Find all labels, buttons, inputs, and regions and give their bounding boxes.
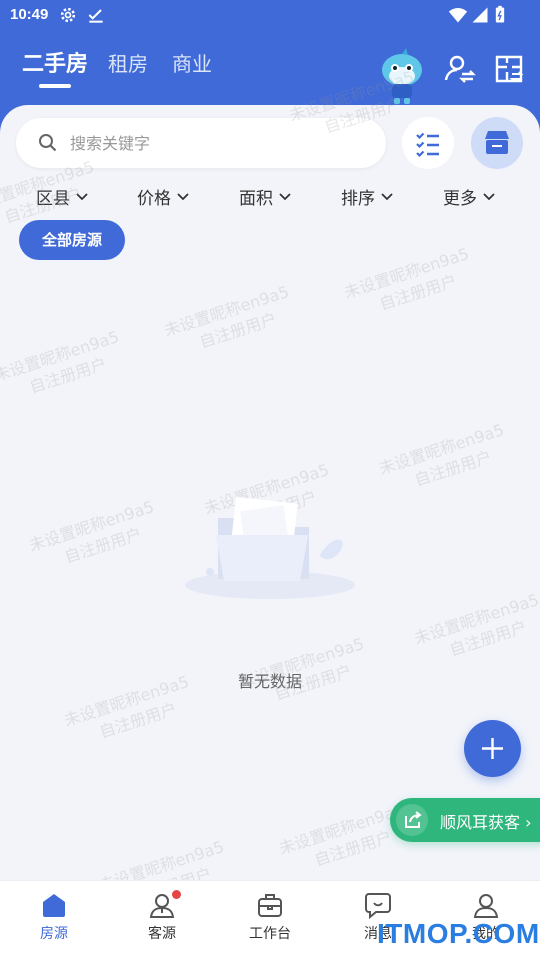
filter-price-label: 价格 (137, 189, 171, 209)
chevron-down-icon (76, 192, 88, 200)
empty-state-text: 暂无数据 (237, 672, 302, 691)
add-fab-button[interactable] (464, 720, 521, 777)
status-bar: 10:49 (0, 0, 540, 32)
nav-workbench[interactable]: 工作台 (216, 881, 324, 960)
share-icon (405, 811, 422, 828)
active-tab-indicator (39, 84, 71, 88)
nav-listings[interactable]: 房源 (0, 881, 108, 960)
promo-pill-label: 顺风耳获客 › (440, 813, 532, 832)
profile-icon (473, 894, 499, 918)
message-icon (365, 893, 391, 919)
dolphin-mascot-icon[interactable] (372, 46, 432, 106)
tab-rent[interactable]: 租房 (108, 48, 148, 77)
store-button[interactable] (470, 116, 524, 170)
filter-sort-label: 排序 (341, 189, 375, 209)
site-watermark: ITMOP.COM (377, 918, 540, 949)
notification-badge (172, 890, 181, 899)
chevron-down-icon (279, 192, 291, 200)
house-icon (43, 894, 65, 917)
tab-commercial[interactable]: 商业 (172, 48, 212, 77)
user-switch-icon[interactable] (442, 52, 476, 86)
filter-district[interactable]: 区县 (36, 184, 88, 209)
chevron-down-icon (483, 192, 495, 200)
nav-workbench-label: 工作台 (249, 926, 291, 942)
tab-second-hand[interactable]: 二手房 (22, 46, 88, 78)
filter-sort[interactable]: 排序 (341, 184, 393, 209)
chevron-down-icon (177, 192, 189, 200)
filter-district-label: 区县 (36, 189, 70, 209)
filter-area[interactable]: 面积 (239, 184, 291, 209)
search-icon (39, 134, 57, 152)
empty-folder-illustration (185, 496, 355, 599)
filter-more-label: 更多 (443, 189, 477, 209)
wifi-icon (448, 8, 468, 23)
nav-customers-label: 客源 (148, 926, 176, 942)
floor-plan-icon[interactable] (492, 52, 526, 86)
status-time: 10:49 (10, 6, 49, 23)
promo-pill-button[interactable]: 顺风耳获客 › (390, 798, 540, 842)
checklist-button[interactable] (401, 116, 455, 170)
briefcase-icon (258, 894, 282, 917)
filter-area-label: 面积 (239, 189, 273, 209)
battery-icon (495, 5, 505, 23)
chevron-down-icon (381, 192, 393, 200)
share-icon-wrap (396, 804, 428, 836)
nav-customers[interactable]: 客源 (108, 881, 216, 960)
filter-price[interactable]: 价格 (137, 184, 189, 209)
search-input[interactable] (70, 128, 370, 158)
chevron-right-icon: › (525, 813, 532, 832)
search-bar[interactable] (16, 118, 386, 168)
settings-icon (60, 7, 76, 23)
nav-listings-label: 房源 (40, 926, 68, 942)
signal-icon (472, 7, 488, 23)
check-download-icon (88, 9, 103, 23)
plus-icon (482, 738, 503, 759)
filter-bar: 区县 价格 面积 排序 更多 (0, 178, 540, 212)
filter-more[interactable]: 更多 (443, 184, 495, 209)
all-listings-button[interactable]: 全部房源 (19, 220, 125, 260)
